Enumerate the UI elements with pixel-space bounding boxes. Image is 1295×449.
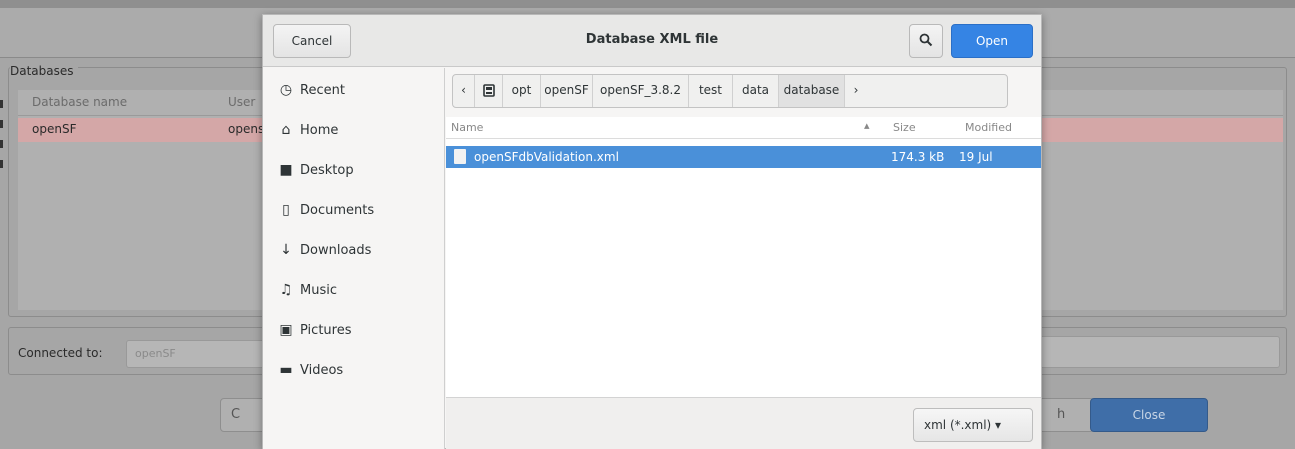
table-cell-database-name: openSF (32, 122, 77, 136)
column-user[interactable]: User (228, 95, 255, 109)
file-icon (454, 149, 466, 164)
file-list-header: Name ▴ Size Modified (446, 117, 1041, 139)
databases-frame-title: Databases (10, 64, 78, 78)
search-button[interactable] (909, 24, 943, 58)
column-database-name[interactable]: Database name (32, 95, 127, 109)
column-size[interactable]: Size (893, 121, 916, 134)
download-icon: ↓ (280, 242, 292, 258)
connected-to-field: openSF (126, 340, 266, 368)
sidebar-item-documents[interactable]: ▯ Documents (263, 191, 444, 231)
connected-to-label: Connected to: (18, 346, 103, 360)
camera-icon: ▣ (279, 322, 293, 338)
path-crumb-opensf[interactable]: openSF (541, 75, 593, 107)
file-type-filter[interactable]: xml (*.xml) ▾ (913, 408, 1033, 442)
path-crumb-data[interactable]: data (733, 75, 779, 107)
sidebar-item-label: Home (300, 123, 339, 138)
file-size: 174.3 kB (891, 150, 945, 164)
clock-icon: ◷ (279, 82, 293, 98)
video-icon: ▬ (279, 362, 293, 378)
list-item[interactable]: openSFdbValidation.xml 174.3 kB 19 Jul (446, 146, 1041, 168)
sidebar-item-label: Documents (300, 203, 375, 218)
dialog-header-bar: Cancel Database XML file Open (263, 15, 1041, 67)
connection-field-right (1030, 336, 1280, 368)
sidebar-item-desktop[interactable]: ■ Desktop (263, 151, 444, 191)
sidebar-item-label: Pictures (300, 323, 352, 338)
sidebar-item-pictures[interactable]: ▣ Pictures (263, 311, 444, 351)
sidebar-item-label: Videos (300, 363, 344, 378)
dialog-footer: xml (*.xml) ▾ (446, 397, 1041, 449)
table-cell-user: opens (228, 122, 265, 136)
path-crumb-opt[interactable]: opt (503, 75, 541, 107)
sidebar-item-label: Desktop (300, 163, 354, 178)
sidebar-item-home[interactable]: ⌂ Home (263, 111, 444, 151)
file-modified: 19 Jul (959, 150, 993, 164)
path-bar: ‹ opt openSF openSF_3.8.2 test data database › (452, 74, 1008, 108)
path-scroll-left-button[interactable]: ‹ (453, 75, 475, 107)
column-name[interactable]: Name (451, 121, 483, 134)
places-sidebar: ◷ Recent ⌂ Home ■ Desktop ▯ Documents ↓ Downloads… (263, 68, 445, 449)
open-button[interactable]: Open (951, 24, 1033, 58)
sidebar-item-music[interactable]: ♫ Music (263, 271, 444, 311)
folder-icon: ■ (279, 162, 293, 178)
sidebar-item-label: Recent (300, 83, 345, 98)
path-crumb-opensf-3-8-2[interactable]: openSF_3.8.2 (593, 75, 689, 107)
path-crumb-test[interactable]: test (689, 75, 733, 107)
path-root-button[interactable] (475, 75, 503, 107)
music-icon: ♫ (279, 282, 293, 298)
drive-icon (482, 84, 495, 97)
path-scroll-right-button[interactable]: › (845, 75, 867, 107)
home-icon: ⌂ (281, 122, 291, 138)
file-chooser-dialog: Cancel Database XML file Open ◷ Recent ⌂ Ho… (262, 14, 1042, 449)
file-list: openSFdbValidation.xml 174.3 kB 19 Jul (446, 139, 1041, 397)
sidebar-item-downloads[interactable]: ↓ Downloads (263, 231, 444, 271)
column-modified[interactable]: Modified (965, 121, 1012, 134)
sidebar-item-recent[interactable]: ◷ Recent (263, 71, 444, 111)
path-crumb-database[interactable]: database (779, 75, 845, 107)
sidebar-item-videos[interactable]: ▬ Videos (263, 351, 444, 391)
sidebar-item-label: Downloads (300, 243, 372, 258)
document-icon: ▯ (282, 202, 290, 218)
sidebar-item-label: Music (300, 283, 337, 298)
parent-window-edge-marks (0, 100, 4, 180)
sort-indicator-icon: ▴ (864, 119, 870, 132)
file-name: openSFdbValidation.xml (474, 150, 619, 164)
search-icon (919, 33, 933, 47)
close-button[interactable]: Close (1090, 398, 1208, 432)
